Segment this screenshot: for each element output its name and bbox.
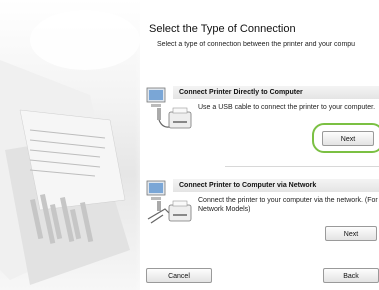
usb-next-button[interactable]: Next [322,131,374,146]
divider [225,166,379,167]
option-network-description: Connect the printer to your computer via… [198,197,378,213]
page-title: Select the Type of Connection [149,23,296,35]
decorative-document-art [0,0,140,290]
option-network-heading: Connect Printer to Computer via Network [173,179,379,192]
cancel-button[interactable]: Cancel [146,268,212,283]
option-usb-heading: Connect Printer Directly to Computer [173,86,379,99]
page-subtitle: Select a type of connection between the … [157,41,356,48]
network-next-button[interactable]: Next [325,226,377,241]
option-usb-description: Use a USB cable to connect the printer t… [198,104,376,111]
back-button[interactable]: Back [323,268,379,283]
